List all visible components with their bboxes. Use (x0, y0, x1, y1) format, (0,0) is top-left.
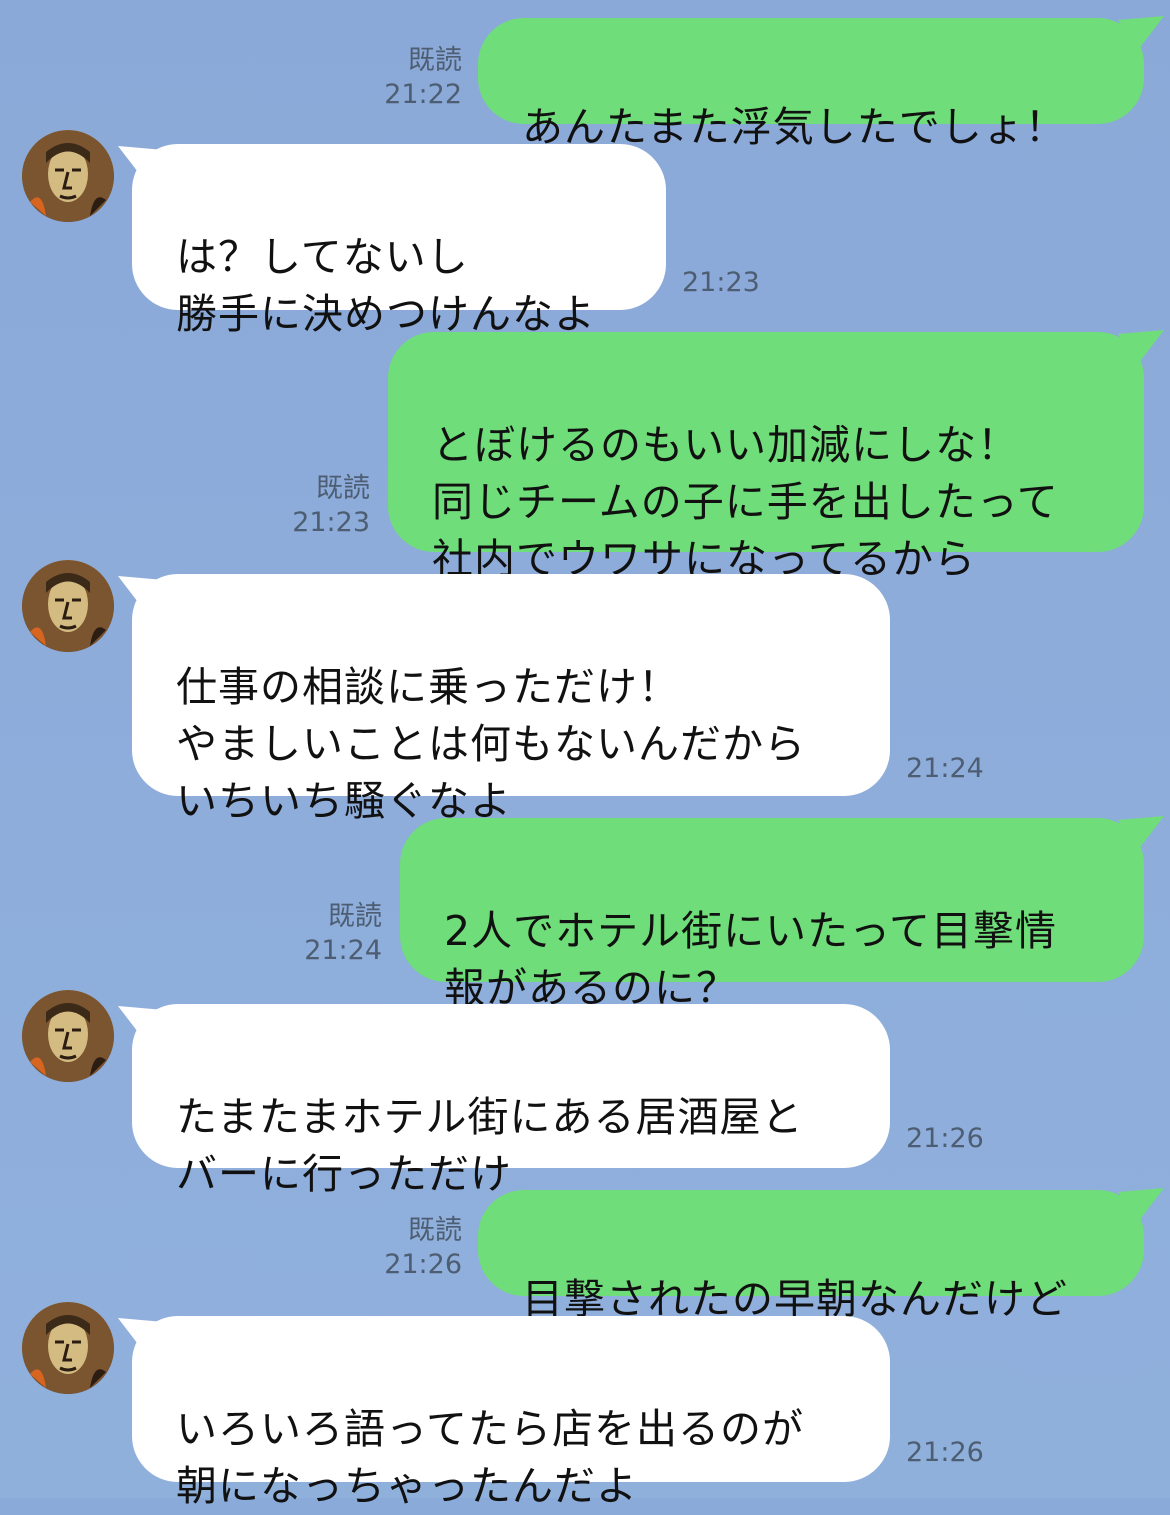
read-receipt: 既読 (408, 1215, 462, 1246)
message-time: 21:26 (384, 1249, 462, 1280)
chat-thread: 既読 21:22 あんたまた浮気したでしょ！ は？してないし 勝手に決めつけんな… (0, 0, 1170, 1510)
read-receipt: 既読 (328, 901, 382, 932)
contact-avatar[interactable] (22, 560, 114, 652)
message-bubble[interactable]: 2人でホテル街にいたって目撃情 報があるのに？ (400, 818, 1144, 1012)
contact-avatar[interactable] (22, 130, 114, 222)
message-time: 21:26 (906, 1123, 984, 1154)
bubble-tail (1118, 816, 1164, 850)
message-bubble[interactable]: あんたまた浮気したでしょ！ (478, 18, 1144, 151)
message-text: 2人でホテル街にいたって目撃情 報があるのに？ (444, 907, 1058, 1012)
message-text: とぼけるのもいい加減にしな！ 同じチームの子に手を出したって 社内でウワサになっ… (432, 421, 1059, 583)
contact-avatar[interactable] (22, 990, 114, 1082)
message-time: 21:26 (906, 1437, 984, 1468)
message-text: いろいろ語ってたら店を出るのが 朝になっちゃったんだよ (176, 1405, 804, 1510)
message-time: 21:23 (292, 507, 370, 538)
message-text: 仕事の相談に乗っただけ！ やましいことは何もないんだから いちいち騒ぐなよ (176, 663, 806, 825)
message-bubble[interactable]: たまたまホテル街にある居酒屋と バーに行っただけ (132, 1004, 890, 1198)
bubble-tail (1118, 330, 1164, 364)
message-time: 21:24 (304, 935, 382, 966)
bubble-tail (1118, 1188, 1164, 1222)
read-receipt: 既読 (316, 473, 370, 504)
message-meta: 既読 21:22 (360, 44, 462, 112)
message-bubble[interactable]: 目撃されたの早朝なんだけど (478, 1190, 1144, 1323)
message-text: たまたまホテル街にある居酒屋と バーに行っただけ (176, 1093, 804, 1198)
message-text: は？してないし 勝手に決めつけんなよ (176, 233, 596, 338)
bubble-tail (1118, 16, 1164, 50)
message-time: 21:22 (384, 79, 462, 110)
message-bubble[interactable]: 仕事の相談に乗っただけ！ やましいことは何もないんだから いちいち騒ぐなよ (132, 574, 890, 825)
message-bubble[interactable]: とぼけるのもいい加減にしな！ 同じチームの子に手を出したって 社内でウワサになっ… (388, 332, 1144, 583)
contact-avatar[interactable] (22, 1302, 114, 1394)
message-bubble[interactable]: は？してないし 勝手に決めつけんなよ (132, 144, 666, 338)
read-receipt: 既読 (408, 45, 462, 76)
message-meta: 既読 21:24 (280, 900, 382, 968)
message-time: 21:23 (682, 267, 760, 298)
message-time: 21:24 (906, 753, 984, 784)
message-meta: 既読 21:26 (360, 1214, 462, 1282)
message-meta: 既読 21:23 (268, 472, 370, 540)
message-bubble[interactable]: いろいろ語ってたら店を出るのが 朝になっちゃったんだよ (132, 1316, 890, 1510)
